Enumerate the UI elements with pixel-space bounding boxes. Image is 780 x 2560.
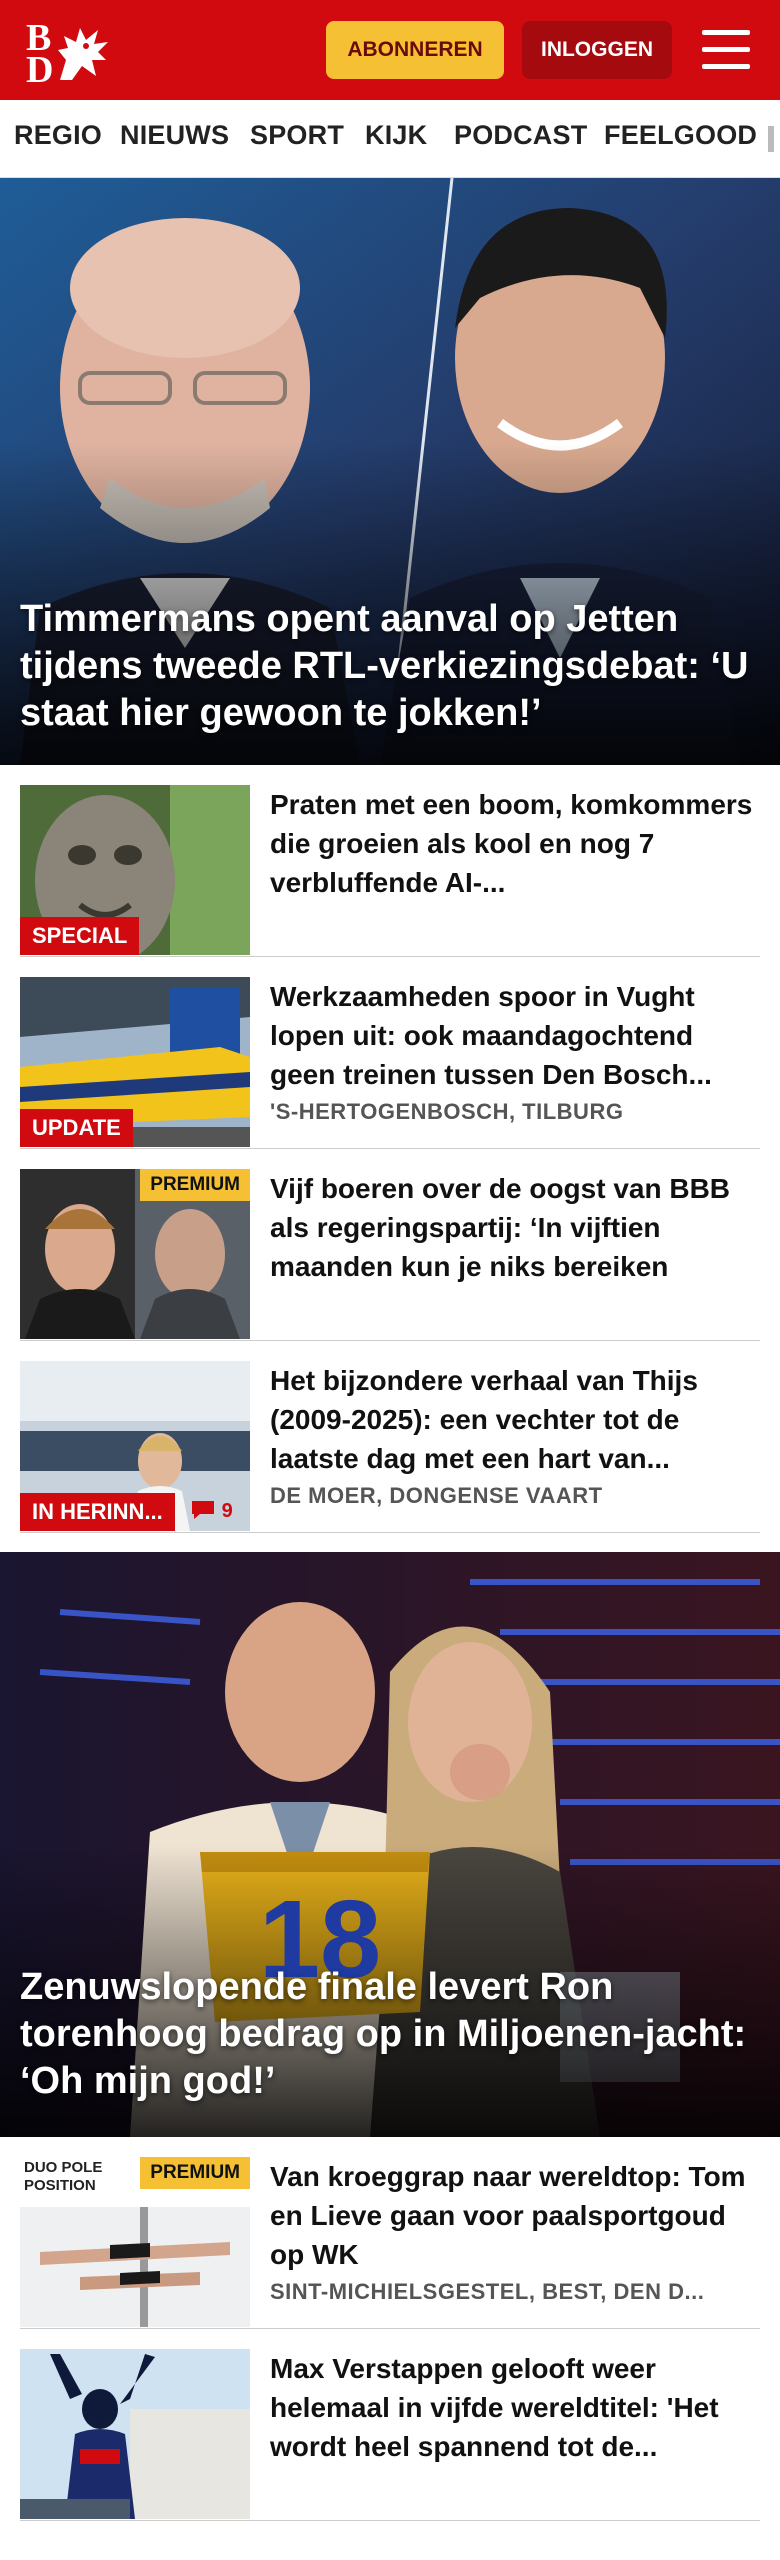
hero-article-miljoenenjacht[interactable]: 18 Zenuwslopende finale levert Ron toren… <box>0 1552 780 2137</box>
in-memoriam-badge: IN HERINN... <box>20 1493 175 1531</box>
list-item[interactable]: PREMIUM Vijf boeren over de oogst van BB… <box>20 1149 760 1341</box>
section-nav: REGIO NIEUWS SPORT KIJK PODCAST FEELGOOD <box>0 100 780 178</box>
article-title[interactable]: Max Verstappen gelooft weer helemaal in … <box>270 2349 760 2466</box>
article-title[interactable]: Werkzaamheden spoor in Vught lopen uit: … <box>270 977 760 1094</box>
article-thumbnail: DUO POLE POSITION PREMIUM <box>20 2157 250 2327</box>
nav-item-nieuws[interactable]: NIEUWS <box>120 120 229 151</box>
top-bar: B D ABONNEREN INLOGGEN <box>0 0 780 100</box>
logo-letter-d: D <box>26 49 54 91</box>
comment-count[interactable]: 9 <box>190 1499 233 1523</box>
premium-badge: PREMIUM <box>140 1169 250 1201</box>
hero-title[interactable]: Timmermans opent aanval op Jetten tijden… <box>20 596 760 737</box>
list-item[interactable]: DUO POLE POSITION PREMIUM Van kroeggrap … <box>20 2137 760 2329</box>
article-thumbnail: PREMIUM <box>20 1169 250 1339</box>
list-item[interactable]: IN HERINN... 9 Het bijzondere verhaal va… <box>20 1341 760 1533</box>
nav-item-kijk[interactable]: KIJK <box>365 120 427 151</box>
nav-item-sport[interactable]: SPORT <box>250 120 344 151</box>
hero-article-debate[interactable]: Timmermans opent aanval op Jetten tijden… <box>0 178 780 765</box>
list-item[interactable]: Max Verstappen gelooft weer helemaal in … <box>20 2329 760 2521</box>
nav-overflow-hint <box>768 126 774 152</box>
comment-icon <box>192 1501 214 1519</box>
comment-count-value: 9 <box>221 1500 233 1522</box>
hero-title[interactable]: Zenuwslopende finale levert Ron torenhoo… <box>20 1964 760 2105</box>
premium-badge: PREMIUM <box>140 2157 250 2189</box>
article-location: DE MOER, DONGENSE VAART <box>270 1483 603 1508</box>
article-title[interactable]: Van kroeggrap naar wereldtop: Tom en Lie… <box>270 2157 760 2274</box>
article-title[interactable]: Het bijzondere verhaal van Thijs (2009-2… <box>270 1361 760 1478</box>
article-location: SINT-MICHIELSGESTEL, BEST, DEN D... <box>270 2279 705 2304</box>
article-title[interactable]: Vijf boeren over de oogst van BBB als re… <box>270 1169 760 1286</box>
nav-item-podcast[interactable]: PODCAST <box>454 120 587 151</box>
nav-item-regio[interactable]: REGIO <box>14 120 102 151</box>
bd-logo[interactable]: B D <box>22 14 114 91</box>
thumb-caption: DUO POLE POSITION <box>24 2159 103 2194</box>
list-item[interactable]: SPECIAL Praten met een boom, komkommers … <box>20 765 760 957</box>
login-button[interactable]: INLOGGEN <box>522 21 672 79</box>
article-thumbnail: SPECIAL <box>20 785 250 955</box>
subscribe-button[interactable]: ABONNEREN <box>326 21 504 79</box>
menu-icon[interactable] <box>702 26 750 74</box>
article-location: 'S-HERTOGENBOSCH, TILBURG <box>270 1099 624 1124</box>
nav-item-feelgood[interactable]: FEELGOOD <box>604 120 757 151</box>
article-title[interactable]: Praten met een boom, komkommers die groe… <box>270 785 760 902</box>
article-thumbnail: IN HERINN... 9 <box>20 1361 250 1531</box>
article-thumbnail <box>20 2349 250 2519</box>
dragon-icon <box>58 28 108 80</box>
list-item[interactable]: UPDATE Werkzaamheden spoor in Vught lope… <box>20 957 760 1149</box>
update-badge: UPDATE <box>20 1109 133 1147</box>
special-badge: SPECIAL <box>20 917 140 955</box>
article-thumbnail: UPDATE <box>20 977 250 1147</box>
